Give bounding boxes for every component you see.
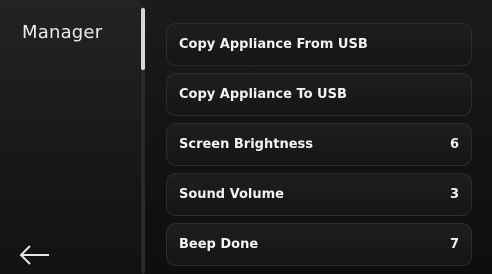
scrollbar[interactable] <box>141 6 145 274</box>
menu-item-copy-appliance-to-usb[interactable]: Copy Appliance To USB <box>166 73 472 116</box>
back-button[interactable] <box>14 240 54 270</box>
menu-item-copy-appliance-from-usb[interactable]: Copy Appliance From USB <box>166 23 472 66</box>
menu-item-value: 3 <box>449 187 459 202</box>
left-panel: Manager <box>0 0 140 274</box>
scrollbar-thumb[interactable] <box>141 8 145 70</box>
menu-item-value: 7 <box>449 237 459 252</box>
menu-item-label: Copy Appliance From USB <box>179 37 368 52</box>
arrow-left-icon <box>19 245 49 265</box>
menu-item-value: 6 <box>449 137 459 152</box>
menu-item-label: Sound Volume <box>179 187 284 202</box>
menu-item-screen-brightness[interactable]: Screen Brightness 6 <box>166 123 472 166</box>
menu-item-beep-done[interactable]: Beep Done 7 <box>166 223 472 266</box>
page-title: Manager <box>22 22 103 43</box>
menu-item-sound-volume[interactable]: Sound Volume 3 <box>166 173 472 216</box>
menu-item-label: Beep Done <box>179 237 259 252</box>
menu-item-label: Copy Appliance To USB <box>179 87 347 102</box>
menu-item-label: Screen Brightness <box>179 137 313 152</box>
appliance-screen: Manager Copy Appliance From USB Copy App… <box>0 0 492 274</box>
settings-menu: Copy Appliance From USB Copy Appliance T… <box>166 23 472 273</box>
